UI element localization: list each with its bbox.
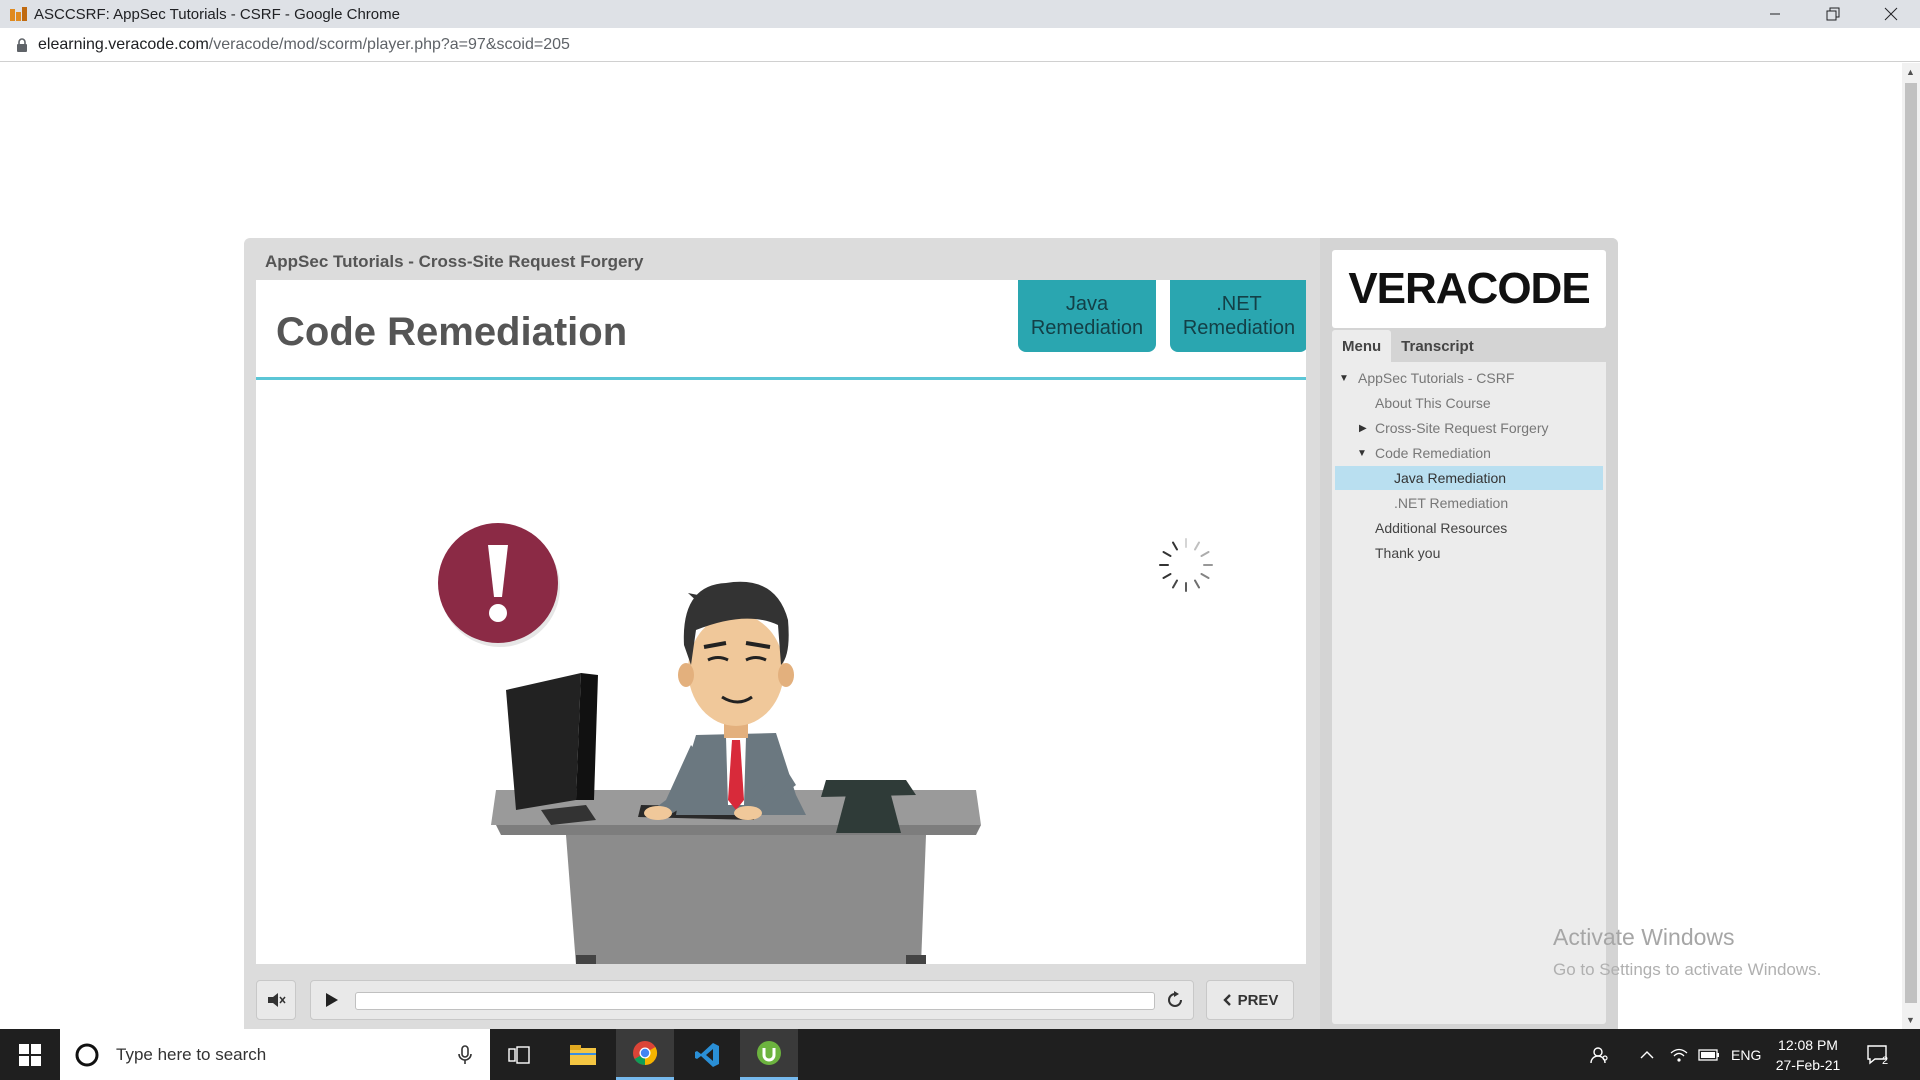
action-center-button[interactable]: 2	[1866, 1029, 1896, 1080]
slide-area: Code Remediation Java Remediation .NET R…	[256, 280, 1306, 964]
minimize-button[interactable]	[1746, 0, 1804, 28]
title-divider	[256, 377, 1306, 380]
menu-item-label: Additional Resources	[1375, 520, 1508, 536]
menu-item-dotnet-remediation[interactable]: .NET Remediation	[1335, 491, 1603, 515]
java-remediation-button[interactable]: Java Remediation	[1018, 280, 1156, 352]
menu-item-java-remediation[interactable]: Java Remediation	[1335, 466, 1603, 490]
url-text[interactable]: elearning.veracode.com/veracode/mod/scor…	[38, 36, 570, 54]
wifi-icon	[1670, 1048, 1688, 1062]
search-placeholder: Type here to search	[116, 1044, 267, 1064]
utorrent-taskbar-button[interactable]	[740, 1029, 798, 1080]
menu-item-label: Code Remediation	[1375, 445, 1491, 461]
page-content: AppSec Tutorials - Cross-Site Request Fo…	[0, 63, 1902, 1038]
close-icon	[1884, 7, 1898, 21]
menu-item-code-remediation[interactable]: ▼ Code Remediation	[1335, 441, 1603, 465]
chrome-icon	[633, 1041, 658, 1065]
people-icon	[1590, 1046, 1608, 1063]
task-view-button[interactable]	[490, 1029, 548, 1080]
windows-logo-icon	[19, 1043, 41, 1066]
menu-item-csrf[interactable]: ▶ Cross-Site Request Forgery	[1335, 416, 1603, 440]
mute-button[interactable]	[256, 980, 296, 1020]
battery-button[interactable]	[1698, 1029, 1720, 1080]
prev-button[interactable]: PREV	[1206, 980, 1294, 1020]
browser-titlebar: ASCCSRF: AppSec Tutorials - CSRF - Googl…	[0, 0, 1920, 28]
menu-item-label: Cross-Site Request Forgery	[1375, 420, 1549, 436]
taskbar-search-box[interactable]: Type here to search	[60, 1029, 490, 1080]
address-bar[interactable]: elearning.veracode.com/veracode/mod/scor…	[0, 28, 1920, 62]
course-sidebar: VERACODE Menu Transcript ▼ AppSec Tutori…	[1320, 238, 1618, 1038]
activate-windows-title: Activate Windows	[1553, 924, 1735, 950]
alert-icon	[438, 523, 560, 647]
microphone-icon[interactable]	[458, 1044, 472, 1065]
scroll-down-icon[interactable]: ▼	[1906, 1015, 1915, 1025]
clock-date: 27-Feb-21	[1775, 1057, 1841, 1073]
menu-item-thank-you[interactable]: Thank you	[1335, 541, 1603, 565]
chevron-up-icon	[1640, 1050, 1654, 1058]
prev-label: PREV	[1237, 991, 1279, 1009]
people-button[interactable]	[1590, 1029, 1610, 1080]
minimize-icon	[1770, 13, 1780, 15]
menu-item-course-root[interactable]: ▼ AppSec Tutorials - CSRF	[1335, 366, 1603, 390]
windows-taskbar: Type here to search ENG 12:08 PM 27-Feb-…	[0, 1029, 1920, 1080]
playback-bar	[310, 980, 1194, 1020]
play-icon	[326, 993, 338, 1007]
menu-item-label: About This Course	[1375, 395, 1491, 411]
caret-down-icon: ▼	[1357, 447, 1367, 459]
menu-item-additional-resources[interactable]: Additional Resources	[1335, 516, 1603, 540]
restore-button[interactable]	[1804, 0, 1862, 28]
slide-title: Code Remediation	[276, 310, 628, 354]
taskbar-clock[interactable]: 12:08 PM 27-Feb-21	[1763, 1035, 1853, 1075]
menu-item-label: Thank you	[1375, 545, 1441, 561]
scroll-up-icon[interactable]: ▲	[1906, 67, 1915, 77]
scorm-player: AppSec Tutorials - Cross-Site Request Fo…	[244, 238, 1618, 1038]
show-hidden-icons-button[interactable]	[1640, 1029, 1654, 1080]
page-scrollbar[interactable]: ▲ ▼	[1902, 63, 1920, 1029]
tab-transcript[interactable]: Transcript	[1391, 330, 1484, 362]
start-button[interactable]	[0, 1029, 60, 1080]
replay-button[interactable]	[1157, 981, 1193, 1019]
chrome-taskbar-button[interactable]	[616, 1029, 674, 1080]
vscode-icon	[695, 1042, 719, 1067]
site-favicon-icon	[10, 7, 27, 21]
network-button[interactable]	[1670, 1029, 1688, 1080]
window-title: ASCCSRF: AppSec Tutorials - CSRF - Googl…	[34, 5, 400, 23]
utorrent-icon	[757, 1041, 781, 1065]
lock-icon	[17, 37, 27, 52]
veracode-logo: VERACODE	[1348, 264, 1590, 313]
sidebar-tabs: Menu Transcript	[1332, 330, 1606, 362]
battery-icon	[1698, 1048, 1719, 1061]
menu-item-label: Java Remediation	[1394, 470, 1507, 486]
notification-count: 2	[1882, 1054, 1889, 1067]
restore-icon	[1826, 7, 1840, 21]
close-window-button[interactable]	[1862, 0, 1920, 28]
language-indicator[interactable]: ENG	[1731, 1029, 1761, 1080]
file-explorer-button[interactable]	[554, 1029, 612, 1080]
clock-time: 12:08 PM	[1778, 1037, 1838, 1053]
developer-at-desk-illustration	[438, 523, 981, 964]
speaker-icon	[268, 993, 286, 1007]
caret-right-icon: ▶	[1359, 422, 1367, 434]
menu-item-label: .NET Remediation	[1394, 495, 1509, 511]
menu-item-label: AppSec Tutorials - CSRF	[1358, 370, 1515, 386]
logo-box: VERACODE	[1332, 250, 1606, 328]
vscode-taskbar-button[interactable]	[678, 1029, 736, 1080]
scrollbar-thumb[interactable]	[1905, 83, 1917, 1003]
folder-icon	[570, 1044, 596, 1065]
progress-track[interactable]	[355, 992, 1155, 1010]
chevron-left-icon	[1222, 994, 1231, 1006]
loading-spinner-icon	[1159, 538, 1213, 592]
task-view-icon	[508, 1045, 530, 1064]
course-header: AppSec Tutorials - Cross-Site Request Fo…	[265, 252, 644, 271]
replay-icon	[1168, 991, 1182, 1007]
cortana-icon	[75, 1043, 99, 1066]
menu-item-about[interactable]: About This Course	[1335, 391, 1603, 415]
activate-windows-subtitle: Go to Settings to activate Windows.	[1553, 960, 1822, 979]
caret-down-icon: ▼	[1339, 372, 1349, 384]
tab-menu[interactable]: Menu	[1332, 330, 1392, 362]
dotnet-remediation-button[interactable]: .NET Remediation	[1170, 280, 1306, 352]
play-button[interactable]	[313, 981, 351, 1019]
